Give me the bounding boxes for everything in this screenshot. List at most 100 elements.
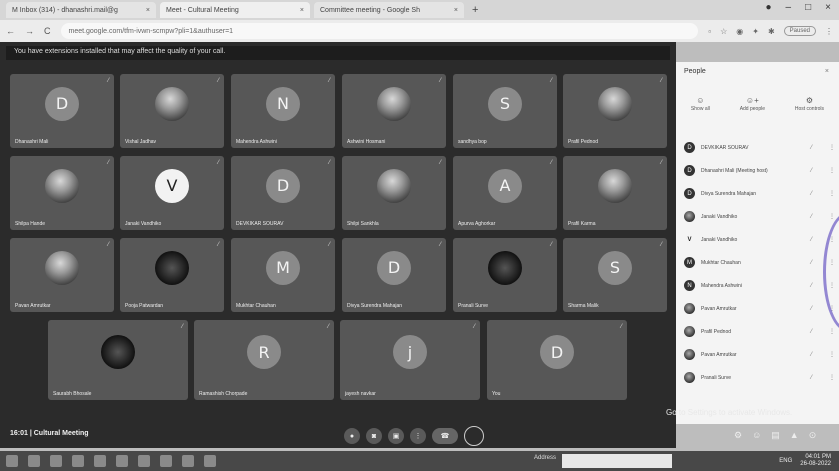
- participant-row[interactable]: M Mukhtar Chauhan ⁄ ⋮: [676, 251, 839, 274]
- profile-icon[interactable]: ●: [766, 2, 772, 13]
- participant-row[interactable]: Janaki Vandhiko ⁄ ⋮: [676, 205, 839, 228]
- meeting-title: 16:01 | Cultural Meeting: [10, 430, 89, 437]
- participant-tile[interactable]: Prafil Karma ⁄: [563, 156, 667, 230]
- reaction-icon[interactable]: [464, 426, 484, 446]
- tab-gmail[interactable]: M Inbox (314) - dhanashri.mail@g ×: [6, 2, 156, 18]
- participant-row[interactable]: Pavan Amrutkar ⁄ ⋮: [676, 297, 839, 320]
- mic-muted-icon[interactable]: ⁄: [811, 214, 829, 220]
- mic-icon[interactable]: ●: [344, 428, 360, 444]
- participant-tile[interactable]: S Sharma Malik ⁄: [563, 238, 667, 312]
- extension-icon[interactable]: ✦: [752, 27, 759, 36]
- mic-muted-icon[interactable]: ⁄: [811, 191, 829, 197]
- close-tab-icon[interactable]: ×: [300, 7, 304, 14]
- participant-tile[interactable]: M Mukhtar Chauhan ⁄: [231, 238, 335, 312]
- participant-tile[interactable]: j jayesh navkar ⁄: [340, 320, 480, 400]
- app-icon[interactable]: [138, 455, 150, 467]
- tab-sheets[interactable]: Committee meeting - Google Sh ×: [314, 2, 464, 18]
- tab-add-people[interactable]: ☺+ Add people: [740, 96, 765, 120]
- mic-muted-icon[interactable]: ⁄: [811, 306, 829, 312]
- extension-icon[interactable]: ◉: [736, 27, 743, 36]
- clock[interactable]: 04:01 PM 26-08-2022: [800, 454, 831, 468]
- participant-tile[interactable]: Saurabh Bhosale ⁄: [48, 320, 188, 400]
- task-view-icon[interactable]: [28, 455, 40, 467]
- mic-muted-icon[interactable]: ⁄: [811, 352, 829, 358]
- language-indicator[interactable]: ENG: [779, 458, 792, 464]
- back-icon[interactable]: ←: [6, 26, 15, 36]
- participant-tile[interactable]: Prafil Pednod ⁄: [563, 74, 667, 148]
- participant-row[interactable]: D Dhanashri Mali (Meeting host) ⁄ ⋮: [676, 159, 839, 182]
- present-icon[interactable]: ▣: [388, 428, 404, 444]
- folder-icon[interactable]: [94, 455, 106, 467]
- more-options-icon[interactable]: ⋮: [410, 428, 426, 444]
- participant-tile[interactable]: Pranali Surve ⁄: [453, 238, 557, 312]
- store-icon[interactable]: [116, 455, 128, 467]
- participant-name: sandhya bop: [458, 139, 487, 145]
- people-icon[interactable]: ☺: [752, 430, 761, 441]
- participant-tile[interactable]: A Apurva Aghorkar ⁄: [453, 156, 557, 230]
- browser-icon[interactable]: [50, 455, 62, 467]
- participant-row[interactable]: D DEVKIKAR SOURAV ⁄ ⋮: [676, 136, 839, 159]
- close-tab-icon[interactable]: ×: [146, 7, 150, 14]
- participant-row[interactable]: N Mahendra Ashwini ⁄ ⋮: [676, 274, 839, 297]
- close-icon[interactable]: ×: [825, 68, 829, 75]
- close-tab-icon[interactable]: ×: [454, 7, 458, 14]
- chrome-icon[interactable]: [72, 455, 84, 467]
- mic-muted-icon[interactable]: ⁄: [811, 375, 829, 381]
- camera-icon[interactable]: ◙: [366, 428, 382, 444]
- settings-icon[interactable]: ⚙: [734, 430, 742, 441]
- app-icon[interactable]: [182, 455, 194, 467]
- participant-row[interactable]: D Divya Surendra Mahajan ⁄ ⋮: [676, 182, 839, 205]
- participant-tile[interactable]: Pavan Amrutkar ⁄: [10, 238, 114, 312]
- menu-dots-icon[interactable]: ⋮: [825, 27, 833, 36]
- participant-tile[interactable]: D You ⁄: [487, 320, 627, 400]
- close-window-icon[interactable]: ×: [825, 2, 831, 13]
- participant-tile[interactable]: R Ramashish Chorpade ⁄: [194, 320, 334, 400]
- app-icon[interactable]: [160, 455, 172, 467]
- paused-badge[interactable]: Paused: [783, 26, 816, 36]
- participant-tile[interactable]: Vishal Jadhav ⁄: [120, 74, 224, 148]
- address-toolbar-input[interactable]: [562, 454, 672, 468]
- participant-tile[interactable]: Pooja Patwardan ⁄: [120, 238, 224, 312]
- more-options-icon[interactable]: ⋮: [829, 190, 839, 197]
- new-tab-button[interactable]: +: [468, 4, 482, 16]
- participant-row[interactable]: Prafil Pednod ⁄ ⋮: [676, 320, 839, 343]
- more-options-icon[interactable]: ⋮: [829, 374, 839, 381]
- tab-meet[interactable]: Meet - Cultural Meeting ×: [160, 2, 310, 18]
- activities-icon[interactable]: ▲: [790, 430, 799, 441]
- participant-row[interactable]: V Janaki Vandhiko ⁄ ⋮: [676, 228, 839, 251]
- more-options-icon[interactable]: ⋮: [829, 144, 839, 151]
- mic-muted-icon[interactable]: ⁄: [811, 168, 829, 174]
- reload-icon[interactable]: C: [44, 26, 51, 36]
- end-call-button[interactable]: ☎: [432, 428, 458, 444]
- participant-tile[interactable]: Ashwini Hosmani ⁄: [342, 74, 446, 148]
- more-options-icon[interactable]: ⋮: [829, 351, 839, 358]
- minimize-icon[interactable]: –: [786, 2, 792, 13]
- participant-tile[interactable]: D Dhanashri Mali ⁄: [10, 74, 114, 148]
- puzzle-icon[interactable]: ✱: [768, 27, 775, 36]
- forward-icon[interactable]: →: [25, 26, 34, 36]
- app-icon[interactable]: [204, 455, 216, 467]
- mic-muted-icon[interactable]: ⁄: [811, 329, 829, 335]
- participant-tile[interactable]: D Divya Surendra Mahajan ⁄: [342, 238, 446, 312]
- participant-tile[interactable]: Ssandhya bop ⁄: [453, 74, 557, 148]
- bookmark-star-icon[interactable]: ☆: [720, 27, 727, 36]
- info-icon[interactable]: ⊙: [809, 430, 817, 441]
- participant-tile[interactable]: Shilpa Hande ⁄: [10, 156, 114, 230]
- participant-tile[interactable]: V Janaki Vandhiko ⁄: [120, 156, 224, 230]
- maximize-icon[interactable]: □: [805, 2, 811, 13]
- mic-muted-icon[interactable]: ⁄: [811, 145, 829, 151]
- chat-icon[interactable]: ▤: [771, 430, 780, 441]
- more-options-icon[interactable]: ⋮: [829, 328, 839, 335]
- tab-host-controls[interactable]: ⚙ Host controls: [795, 96, 824, 120]
- camera-status-icon[interactable]: ▫: [708, 27, 711, 36]
- participant-row[interactable]: Pranali Surve ⁄ ⋮: [676, 366, 839, 389]
- participant-tile[interactable]: D DEVKIKAR SOURAV ⁄: [231, 156, 335, 230]
- participant-tile[interactable]: Shilpi Sankhla ⁄: [342, 156, 446, 230]
- more-options-icon[interactable]: ⋮: [829, 167, 839, 174]
- tab-show-all[interactable]: ☺ Show all: [691, 96, 710, 120]
- start-icon[interactable]: [6, 455, 18, 467]
- url-field[interactable]: meet.google.com/tfm-ivwn-scmpw?pli=1&aut…: [60, 23, 699, 39]
- participant-row[interactable]: Pavan Amrutkar ⁄ ⋮: [676, 343, 839, 366]
- participant-tile[interactable]: N Mahendra Ashwini ⁄: [231, 74, 335, 148]
- participant-name: DEVKIKAR SOURAV: [701, 144, 749, 151]
